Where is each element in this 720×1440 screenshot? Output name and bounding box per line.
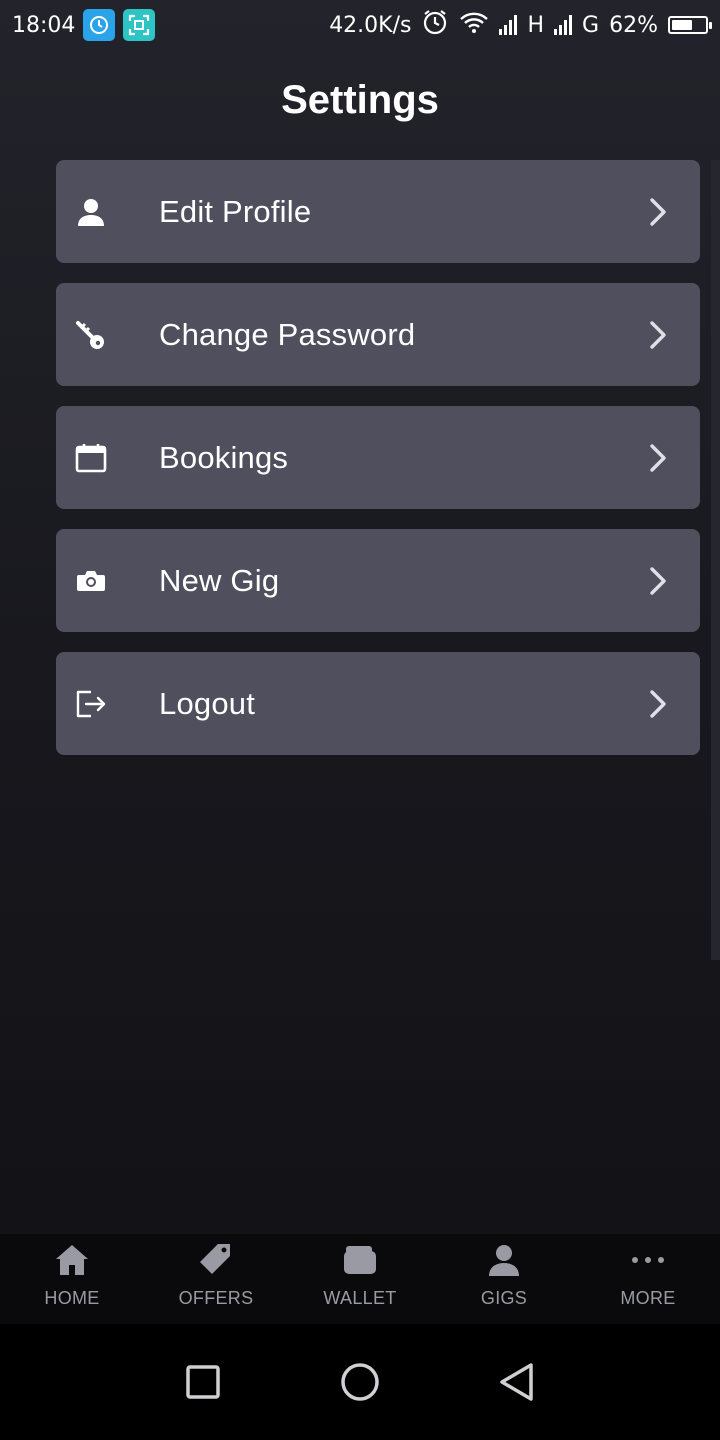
- logout-item[interactable]: Logout: [56, 652, 700, 755]
- more-dots-icon: [631, 1240, 665, 1280]
- alarm-icon: [421, 8, 449, 42]
- signal-icon-2: [554, 15, 573, 35]
- nav-gigs-label: GIGS: [480, 1288, 528, 1308]
- home-button[interactable]: [336, 1358, 384, 1406]
- network-type-2: G: [582, 12, 600, 38]
- screenshot-app-icon: [123, 9, 156, 41]
- calendar-icon: [74, 441, 108, 475]
- change-password-label: Change Password: [159, 316, 416, 352]
- status-bar: 18:04 42.0K/s H G 62%: [0, 0, 720, 50]
- clock-app-icon: [83, 9, 116, 41]
- key-icon: [74, 318, 108, 352]
- nav-home-label: HOME: [44, 1288, 100, 1308]
- nav-home[interactable]: HOME: [0, 1234, 144, 1324]
- new-gig-item[interactable]: New Gig: [56, 529, 700, 632]
- nav-wallet[interactable]: WALLET: [288, 1234, 432, 1324]
- edit-profile-label: Edit Profile: [159, 193, 312, 229]
- user-icon: [74, 195, 108, 229]
- change-password-item[interactable]: Change Password: [56, 283, 700, 386]
- bookings-label: Bookings: [159, 439, 289, 475]
- network-speed: 42.0K/s: [329, 12, 412, 38]
- battery-percent: 62%: [609, 12, 658, 38]
- bookings-item[interactable]: Bookings: [56, 406, 700, 509]
- system-nav-bar: [0, 1324, 720, 1440]
- wifi-icon: [459, 10, 489, 40]
- nav-offers-label: OFFERS: [178, 1288, 254, 1308]
- tag-icon: [198, 1240, 234, 1280]
- nav-wallet-label: WALLET: [323, 1288, 397, 1308]
- new-gig-label: New Gig: [159, 562, 280, 598]
- nav-gigs[interactable]: GIGS: [432, 1234, 576, 1324]
- scrollbar: [711, 160, 720, 960]
- edit-profile-item[interactable]: Edit Profile: [56, 160, 700, 263]
- chevron-right-icon: [646, 564, 670, 598]
- recents-button[interactable]: [179, 1358, 227, 1406]
- network-type-1: H: [527, 12, 545, 38]
- bottom-nav: HOME OFFERS WALLET GIGS MORE: [0, 1234, 720, 1324]
- nav-more-label: MORE: [620, 1288, 676, 1308]
- battery-icon: [668, 16, 712, 34]
- settings-list: Edit Profile Change Password Bookings Ne…: [56, 160, 700, 755]
- page-title: Settings: [281, 78, 439, 122]
- chevron-right-icon: [646, 318, 670, 352]
- user-icon: [487, 1240, 521, 1280]
- chevron-right-icon: [646, 441, 670, 475]
- status-time: 18:04: [12, 12, 76, 38]
- camera-icon: [74, 564, 108, 598]
- nav-offers[interactable]: OFFERS: [144, 1234, 288, 1324]
- signal-icon: [499, 15, 518, 35]
- back-button[interactable]: [493, 1358, 541, 1406]
- home-icon: [54, 1240, 90, 1280]
- logout-icon: [74, 687, 108, 721]
- chevron-right-icon: [646, 687, 670, 721]
- logout-label: Logout: [159, 685, 256, 721]
- nav-more[interactable]: MORE: [576, 1234, 720, 1324]
- wallet-icon: [342, 1240, 378, 1280]
- chevron-right-icon: [646, 195, 670, 229]
